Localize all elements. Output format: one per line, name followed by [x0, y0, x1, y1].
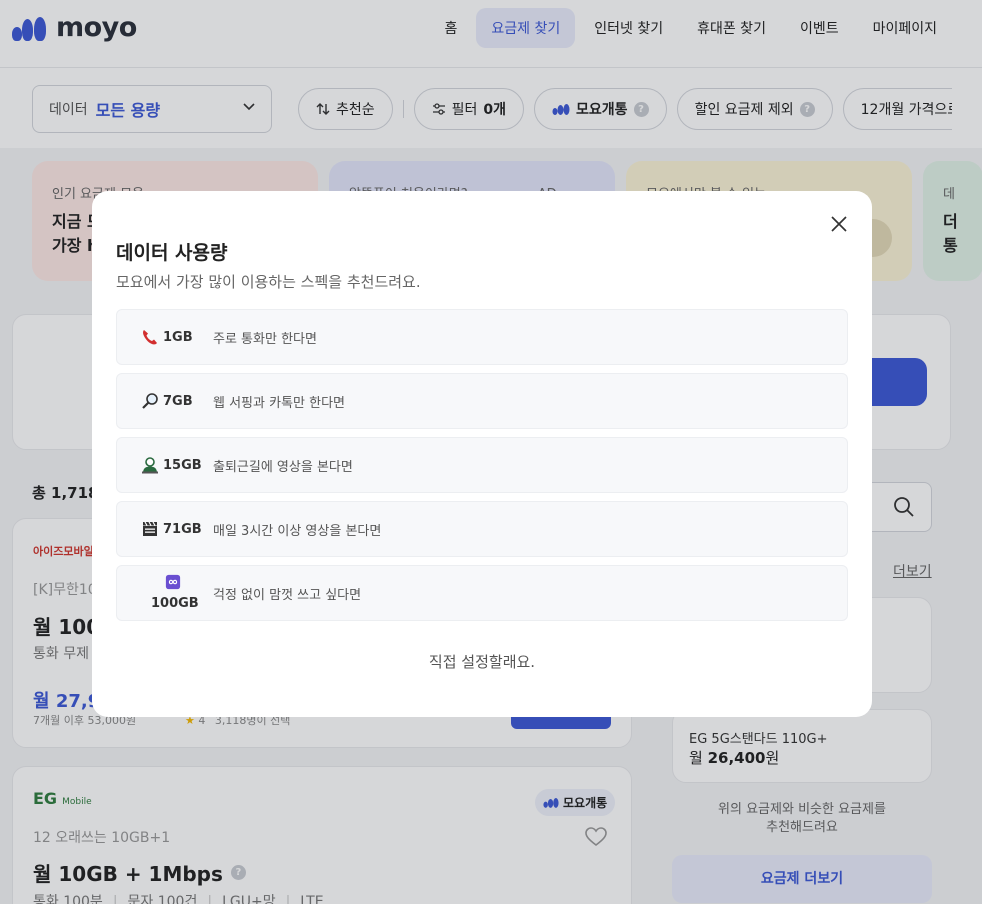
clapperboard-icon — [143, 521, 157, 536]
option-gb: 15GB — [163, 457, 202, 473]
option-gb: 1GB — [163, 329, 193, 345]
option-7gb[interactable]: 7GB 웹 서핑과 카톡만 한다면 — [116, 373, 848, 429]
modal-subtitle: 모요에서 가장 많이 이용하는 스펙을 추천드려요. — [116, 273, 421, 291]
option-desc: 매일 3시간 이상 영상을 본다면 — [213, 523, 382, 539]
option-gb: 71GB — [163, 521, 202, 537]
option-desc: 출퇴근길에 영상을 본다면 — [213, 459, 353, 475]
option-gb: 100GB — [151, 596, 199, 611]
option-desc: 걱정 없이 맘껏 쓰고 싶다면 — [213, 587, 362, 603]
magnifier-icon — [142, 393, 158, 409]
manual-setting-link[interactable]: 직접 설정할래요. — [92, 651, 872, 672]
option-100gb[interactable]: 100GB 걱정 없이 맘껏 쓰고 싶다면 — [116, 565, 848, 621]
option-desc: 주로 통화만 한다면 — [213, 331, 317, 347]
infinity-icon — [165, 574, 181, 590]
data-usage-modal: 데이터 사용량 모요에서 가장 많이 이용하는 스펙을 추천드려요. 1GB 주… — [92, 191, 872, 717]
option-71gb[interactable]: 71GB 매일 3시간 이상 영상을 본다면 — [116, 501, 848, 557]
person-icon — [142, 457, 158, 474]
phone-icon — [143, 330, 157, 345]
close-icon[interactable] — [830, 215, 848, 233]
option-1gb[interactable]: 1GB 주로 통화만 한다면 — [116, 309, 848, 365]
option-desc: 웹 서핑과 카톡만 한다면 — [213, 395, 345, 411]
option-15gb[interactable]: 15GB 출퇴근길에 영상을 본다면 — [116, 437, 848, 493]
option-gb: 7GB — [163, 393, 193, 409]
modal-title: 데이터 사용량 — [116, 242, 228, 264]
